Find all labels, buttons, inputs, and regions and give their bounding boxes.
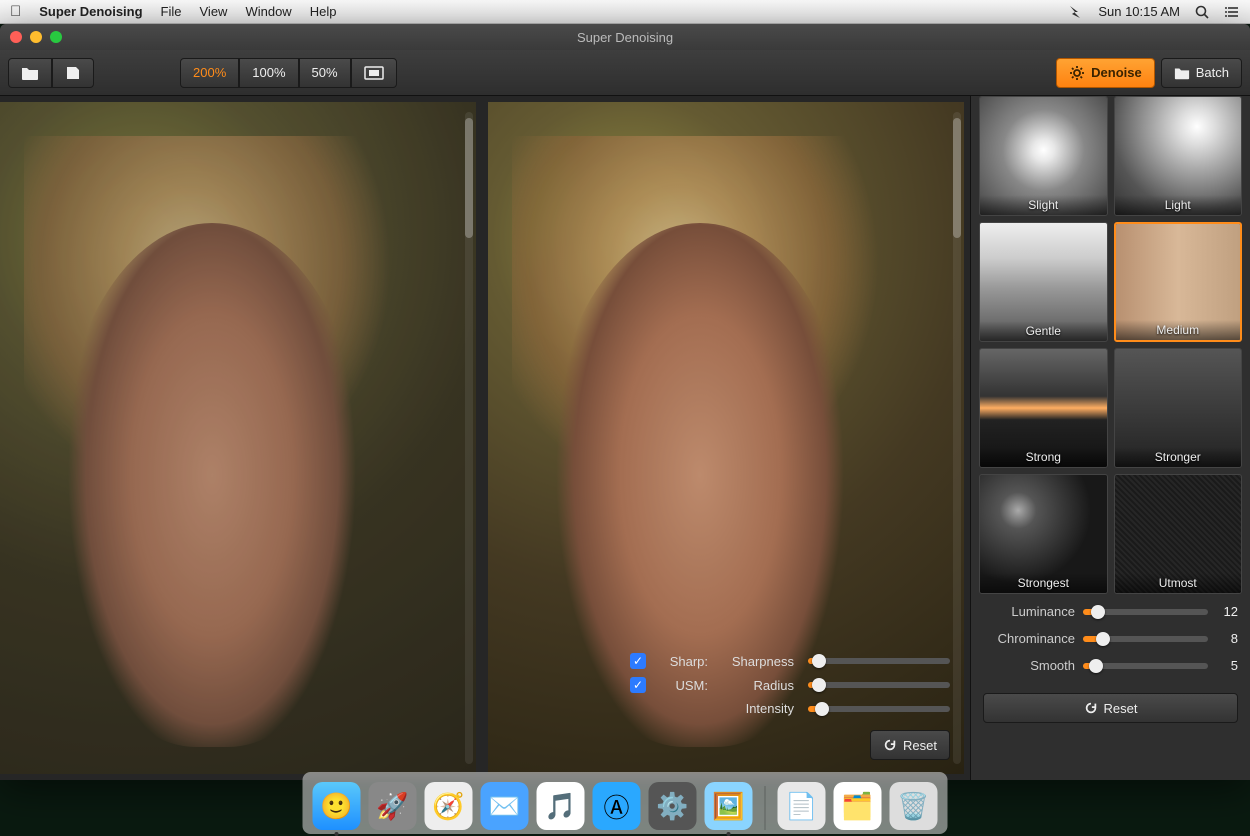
luminance-value: 12 <box>1216 604 1238 619</box>
scrollbar-vertical[interactable] <box>465 112 473 764</box>
macos-menubar:  Super Denoising File View Window Help … <box>0 0 1250 24</box>
smooth-value: 5 <box>1216 658 1238 673</box>
dock-itunes[interactable]: 🎵 <box>537 782 585 830</box>
toolbar: 200% 100% 50% Denoise Batch <box>0 50 1250 96</box>
refresh-icon <box>1084 701 1098 715</box>
dock-trash[interactable]: 🗑️ <box>890 782 938 830</box>
folder-icon <box>21 66 39 80</box>
open-button[interactable] <box>8 58 52 88</box>
menu-view[interactable]: View <box>200 4 228 19</box>
window-titlebar[interactable]: Super Denoising <box>0 24 1250 50</box>
macos-dock: 🙂 🚀 🧭 ✉️ 🎵 Ⓐ ⚙️ 🖼️ 📄 🗂️ 🗑️ <box>303 772 948 834</box>
preset-medium[interactable]: Medium <box>1114 222 1243 342</box>
preview-area: ✓ Sharp: Sharpness ✓ USM: Radius Intensi… <box>0 96 970 780</box>
preset-utmost[interactable]: Utmost <box>1114 474 1243 594</box>
sharp-checkbox[interactable]: ✓ <box>630 653 646 669</box>
dock-folder[interactable]: 🗂️ <box>834 782 882 830</box>
luminance-label: Luminance <box>983 604 1075 619</box>
tab-denoise-label: Denoise <box>1091 65 1142 80</box>
sharp-label: Sharp: <box>656 654 708 669</box>
preset-slight[interactable]: Slight <box>979 96 1108 216</box>
refresh-icon <box>883 738 897 752</box>
side-reset-button[interactable]: Reset <box>983 693 1238 723</box>
preset-strong[interactable]: Strong <box>979 348 1108 468</box>
menubar-app-name[interactable]: Super Denoising <box>39 4 142 19</box>
dock-mail[interactable]: ✉️ <box>481 782 529 830</box>
tab-denoise[interactable]: Denoise <box>1056 58 1155 88</box>
menu-window[interactable]: Window <box>245 4 291 19</box>
sharpening-panel: ✓ Sharp: Sharpness ✓ USM: Radius Intensi… <box>630 653 950 760</box>
menubar-list-icon[interactable] <box>1224 4 1240 20</box>
sharpness-label: Sharpness <box>718 654 798 669</box>
zoom-group: 200% 100% 50% <box>180 58 397 88</box>
radius-slider[interactable] <box>808 682 950 688</box>
usm-label: USM: <box>656 678 708 693</box>
luminance-slider[interactable] <box>1083 609 1208 615</box>
menubar-clock[interactable]: Sun 10:15 AM <box>1098 4 1180 19</box>
zoom-200[interactable]: 200% <box>180 58 239 88</box>
preset-strongest[interactable]: Strongest <box>979 474 1108 594</box>
intensity-slider[interactable] <box>808 706 950 712</box>
spotlight-icon[interactable] <box>1194 4 1210 20</box>
menu-help[interactable]: Help <box>310 4 337 19</box>
dock-finder[interactable]: 🙂 <box>313 782 361 830</box>
app-window: Super Denoising 200% 100% 50% Denoise <box>0 24 1250 780</box>
fit-screen-icon <box>364 66 384 80</box>
tab-batch-label: Batch <box>1196 65 1229 80</box>
window-close-button[interactable] <box>10 31 22 43</box>
gear-icon <box>1069 65 1085 81</box>
dock-launchpad[interactable]: 🚀 <box>369 782 417 830</box>
chrominance-slider[interactable] <box>1083 636 1208 642</box>
zoom-50[interactable]: 50% <box>299 58 351 88</box>
usm-checkbox[interactable]: ✓ <box>630 677 646 693</box>
dock-settings[interactable]: ⚙️ <box>649 782 697 830</box>
chrominance-label: Chrominance <box>983 631 1075 646</box>
preview-original[interactable] <box>0 102 476 774</box>
window-minimize-button[interactable] <box>30 31 42 43</box>
sharpness-slider[interactable] <box>808 658 950 664</box>
dock-safari[interactable]: 🧭 <box>425 782 473 830</box>
save-icon <box>65 65 81 81</box>
tab-batch[interactable]: Batch <box>1161 58 1242 88</box>
zoom-100[interactable]: 100% <box>239 58 298 88</box>
preset-gentle[interactable]: Gentle <box>979 222 1108 342</box>
intensity-label: Intensity <box>718 701 798 716</box>
chrominance-value: 8 <box>1216 631 1238 646</box>
dock-preview[interactable]: 🖼️ <box>705 782 753 830</box>
scrollbar-vertical[interactable] <box>953 112 961 764</box>
dock-separator <box>765 786 766 830</box>
window-title: Super Denoising <box>0 30 1250 45</box>
preview-processed[interactable]: ✓ Sharp: Sharpness ✓ USM: Radius Intensi… <box>488 102 964 774</box>
save-button[interactable] <box>52 58 94 88</box>
zoom-fit[interactable] <box>351 58 397 88</box>
radius-label: Radius <box>718 678 798 693</box>
smooth-slider[interactable] <box>1083 663 1208 669</box>
preset-stronger[interactable]: Stronger <box>1114 348 1243 468</box>
apple-menu-icon[interactable]:  <box>10 3 21 20</box>
menu-file[interactable]: File <box>161 4 182 19</box>
dock-document[interactable]: 📄 <box>778 782 826 830</box>
window-zoom-button[interactable] <box>50 31 62 43</box>
folder-icon <box>1174 66 1190 80</box>
preset-light[interactable]: Light <box>1114 96 1243 216</box>
smooth-label: Smooth <box>983 658 1075 673</box>
overlay-reset-button[interactable]: Reset <box>870 730 950 760</box>
menubar-status-icon[interactable] <box>1068 4 1084 20</box>
side-panel: Slight Light Gentle Medium Strong Strong… <box>970 96 1250 780</box>
preset-grid: Slight Light Gentle Medium Strong Strong… <box>971 96 1250 594</box>
dock-appstore[interactable]: Ⓐ <box>593 782 641 830</box>
